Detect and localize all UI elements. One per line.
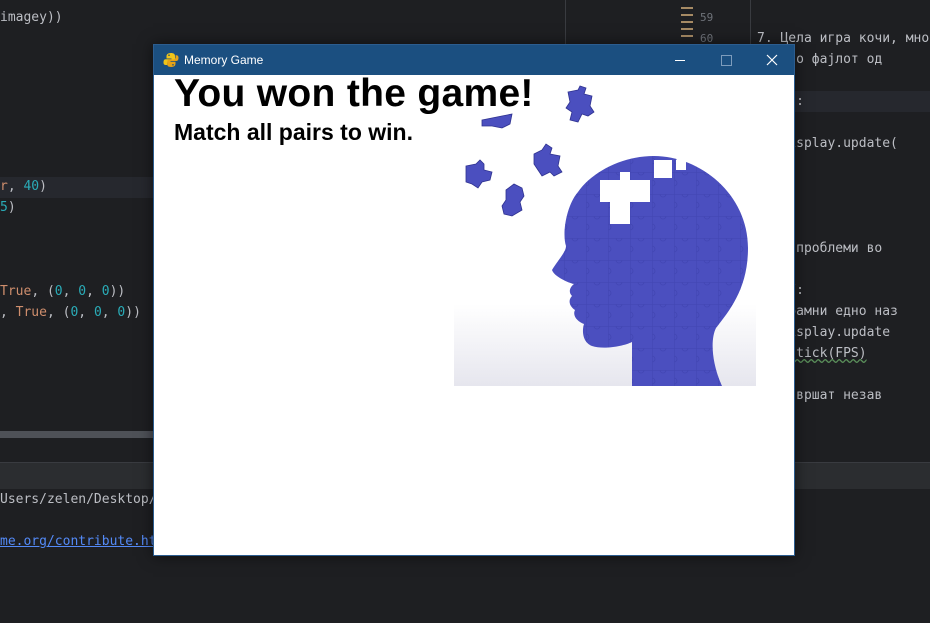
code-line: 5) — [0, 200, 16, 215]
close-button[interactable] — [749, 45, 795, 75]
change-marker — [681, 7, 693, 9]
terminal-line: Users/zelen/Desktop/ — [0, 492, 157, 507]
game-canvas[interactable]: You won the game! Match all pairs to win… — [154, 75, 794, 555]
window-title: Memory Game — [184, 53, 264, 67]
maximize-button[interactable] — [703, 45, 749, 75]
close-icon — [766, 54, 778, 66]
puzzle-head-image — [454, 85, 756, 386]
code-line: , True, (0, 0, 0)) — [0, 305, 141, 320]
memory-game-window[interactable]: Memory Game You won the game! Match all … — [153, 44, 795, 556]
line-number: 59 — [700, 11, 714, 24]
terminal-link[interactable]: me.org/contribute.ht — [0, 534, 157, 549]
pygame-snake-icon — [163, 53, 179, 67]
horizontal-scrollbar[interactable] — [0, 431, 160, 438]
change-marker — [681, 14, 693, 16]
code-line: True, (0, 0, 0)) — [0, 284, 126, 299]
change-marker — [681, 28, 693, 30]
minimize-button[interactable] — [657, 45, 703, 75]
code-line: r, 40) — [0, 179, 47, 194]
instruction-text: Match all pairs to win. — [174, 119, 413, 145]
change-marker — [681, 35, 693, 37]
window-titlebar[interactable]: Memory Game — [154, 45, 794, 75]
change-marker — [681, 21, 693, 23]
code-line: imagey)) — [0, 10, 63, 25]
